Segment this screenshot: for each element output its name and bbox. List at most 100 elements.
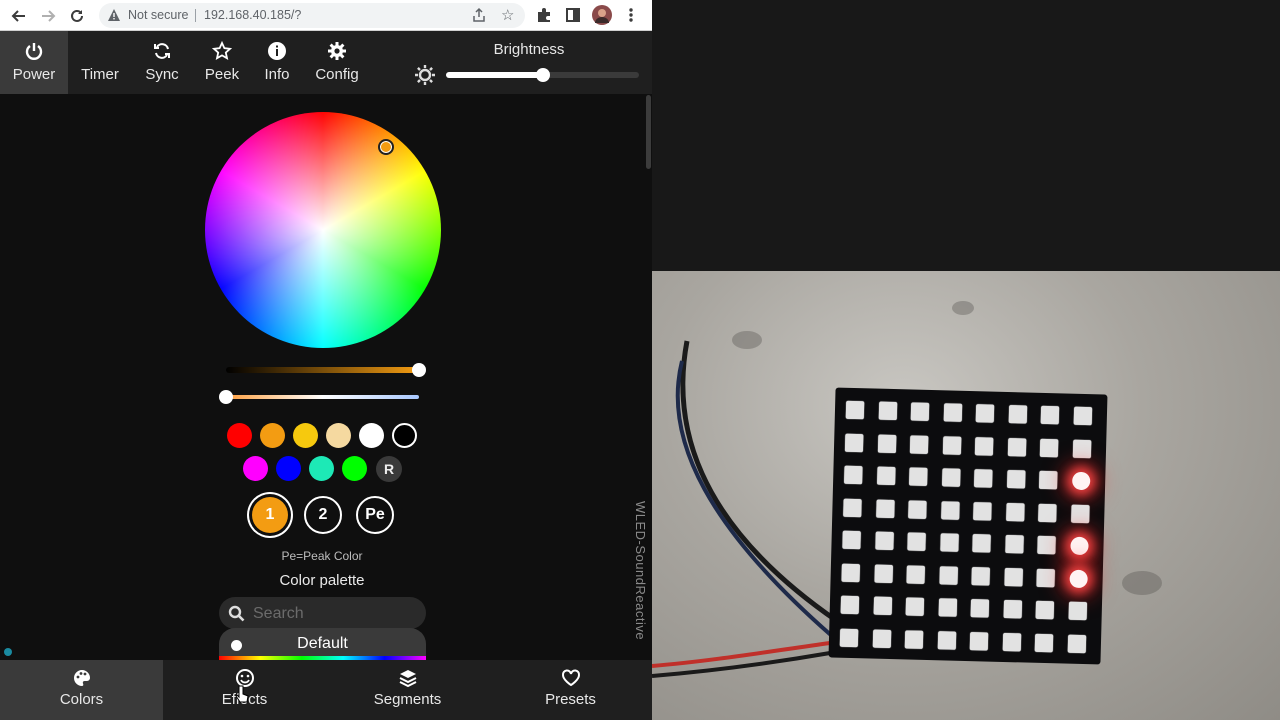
tab-label: Info bbox=[264, 66, 290, 83]
led-pixel bbox=[940, 500, 960, 520]
color-temperature-slider[interactable] bbox=[219, 390, 419, 404]
gear-icon bbox=[327, 31, 347, 61]
led-pixel bbox=[939, 533, 959, 552]
security-label[interactable]: Not secure bbox=[128, 8, 188, 22]
led-matrix bbox=[828, 387, 1108, 665]
forward-icon[interactable] bbox=[38, 6, 58, 26]
brightness-sun-icon[interactable] bbox=[414, 64, 436, 91]
layers-icon bbox=[398, 668, 418, 688]
led-pixel bbox=[1003, 567, 1023, 586]
palette-name: Default bbox=[297, 635, 348, 652]
color-swatch[interactable] bbox=[342, 456, 367, 481]
color-swatch[interactable] bbox=[293, 423, 318, 448]
color-swatch[interactable] bbox=[326, 423, 351, 448]
random-color-button[interactable]: R bbox=[376, 456, 402, 482]
tab-peek[interactable]: Peek bbox=[192, 31, 252, 94]
wled-app: Power Timer Sync Peek Info Config Bright… bbox=[0, 31, 652, 720]
color-swatch[interactable] bbox=[227, 423, 252, 448]
led-pixel bbox=[1039, 438, 1059, 457]
color-slot-peak[interactable]: Pe bbox=[356, 496, 394, 534]
address-bar[interactable]: Not secure 192.168.40.185/? ☆ bbox=[99, 3, 525, 28]
color-swatch[interactable] bbox=[260, 423, 285, 448]
led-pixel bbox=[970, 599, 990, 618]
share-icon[interactable] bbox=[471, 7, 487, 28]
brightness-slider[interactable] bbox=[446, 68, 639, 82]
bookmark-star-icon[interactable]: ☆ bbox=[501, 6, 514, 24]
tab-info[interactable]: Info bbox=[252, 31, 302, 94]
color-slot-1[interactable]: 1 bbox=[252, 497, 288, 533]
led-pixel bbox=[974, 469, 993, 488]
led-pixel bbox=[1007, 437, 1026, 456]
led-pixel bbox=[972, 534, 991, 553]
led-pixel bbox=[1004, 534, 1024, 554]
led-pixel bbox=[910, 402, 930, 421]
led-pixel bbox=[844, 433, 864, 452]
star-icon bbox=[212, 31, 232, 61]
led-pixel bbox=[938, 565, 958, 585]
color-slot-2[interactable]: 2 bbox=[304, 496, 342, 534]
side-panel-icon[interactable] bbox=[564, 6, 582, 29]
connection-indicator bbox=[4, 648, 12, 656]
tab-sync[interactable]: Sync bbox=[132, 31, 192, 94]
led-pixel bbox=[1071, 471, 1090, 491]
led-pixel bbox=[843, 498, 862, 517]
led-pixel bbox=[1072, 439, 1091, 458]
palette-heading: Color palette bbox=[279, 572, 365, 589]
color-swatch[interactable] bbox=[392, 423, 417, 448]
led-pixel bbox=[973, 501, 992, 521]
scrollbar-thumb[interactable] bbox=[646, 95, 651, 169]
tab-label: Presets bbox=[545, 691, 596, 708]
led-pixel bbox=[1002, 632, 1021, 651]
led-pixel bbox=[875, 499, 895, 518]
reload-icon[interactable] bbox=[67, 6, 87, 26]
led-pixel bbox=[971, 566, 990, 586]
tab-label: Peek bbox=[204, 66, 240, 83]
extensions-icon[interactable] bbox=[535, 6, 553, 29]
menu-dots-icon[interactable] bbox=[624, 6, 638, 29]
url-text[interactable]: 192.168.40.185/? bbox=[204, 8, 301, 22]
led-pixel bbox=[874, 564, 893, 583]
led-pixel bbox=[1037, 535, 1056, 555]
tab-timer[interactable]: Timer bbox=[68, 31, 132, 94]
color-swatch[interactable] bbox=[243, 456, 268, 481]
color-swatch[interactable] bbox=[359, 423, 384, 448]
color-intensity-slider[interactable] bbox=[226, 363, 426, 377]
palette-search-input[interactable]: Search bbox=[219, 597, 426, 629]
intensity-slider-handle[interactable] bbox=[412, 363, 426, 377]
tab-label: Timer bbox=[81, 66, 119, 83]
back-icon[interactable] bbox=[9, 6, 29, 26]
led-pixel bbox=[1038, 470, 1058, 490]
temperature-slider-handle[interactable] bbox=[219, 390, 233, 404]
led-pixel bbox=[969, 631, 989, 651]
brightness-label: Brightness bbox=[493, 41, 565, 58]
tab-power[interactable]: Power bbox=[0, 31, 68, 94]
led-pixel bbox=[908, 499, 927, 519]
tab-presets[interactable]: Presets bbox=[489, 660, 652, 720]
brightness-slider-handle[interactable] bbox=[535, 68, 550, 82]
led-pixel bbox=[1040, 405, 1060, 425]
color-swatch[interactable] bbox=[309, 456, 334, 481]
led-pixel bbox=[841, 563, 860, 582]
tab-segments[interactable]: Segments bbox=[326, 660, 489, 720]
led-pixel bbox=[1070, 504, 1090, 523]
tab-config[interactable]: Config bbox=[302, 31, 372, 94]
led-pixel bbox=[937, 630, 956, 650]
led-pixel bbox=[905, 597, 925, 616]
led-pixel bbox=[845, 400, 865, 420]
color-wheel[interactable] bbox=[205, 112, 441, 348]
color-swatch[interactable] bbox=[276, 456, 301, 481]
tab-label: Sync bbox=[145, 66, 179, 83]
led-pixel bbox=[1006, 470, 1025, 489]
led-pixel bbox=[876, 466, 896, 486]
led-pixel bbox=[909, 434, 929, 454]
search-icon bbox=[228, 605, 245, 622]
led-pixel bbox=[1073, 406, 1092, 426]
led-pixel bbox=[1038, 503, 1057, 522]
top-nav: Power Timer Sync Peek Info Config Bright… bbox=[0, 31, 652, 94]
profile-avatar[interactable] bbox=[592, 5, 612, 30]
led-pixel bbox=[1068, 569, 1088, 588]
led-pixel bbox=[1036, 568, 1055, 587]
palette-item-default[interactable]: Default bbox=[219, 628, 426, 660]
tab-colors[interactable]: Colors bbox=[0, 660, 163, 720]
color-picker-handle[interactable] bbox=[378, 139, 394, 155]
